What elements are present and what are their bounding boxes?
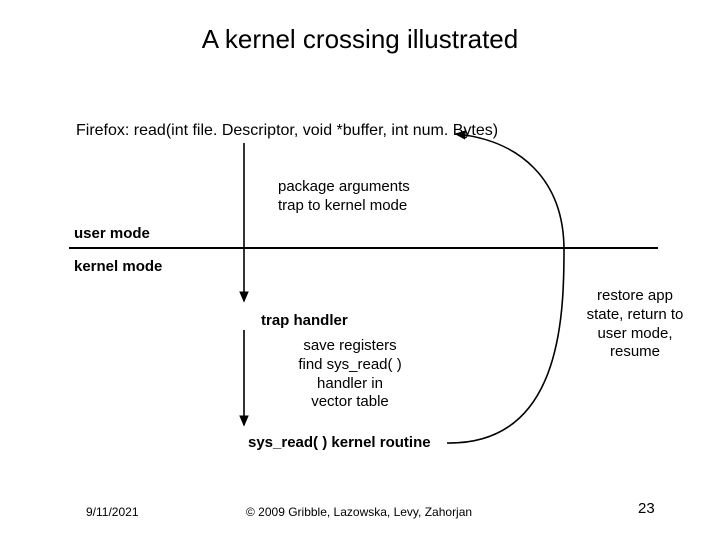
package-arguments-text: package arguments trap to kernel mode (278, 178, 410, 216)
user-mode-label: user mode (74, 225, 150, 242)
pkg-args-line1: package arguments (278, 178, 410, 195)
slide-title: A kernel crossing illustrated (0, 24, 720, 55)
restore-app-text: restore app state, return to user mode, … (570, 287, 700, 362)
restore-line3: user mode, (597, 325, 672, 342)
save-regs-line1: save registers (303, 337, 396, 354)
restore-line2: state, return to (587, 306, 684, 323)
save-regs-line4: vector table (311, 393, 389, 410)
save-registers-text: save registers find sys_read( ) handler … (270, 337, 430, 412)
restore-line1: restore app (597, 287, 673, 304)
save-regs-line2: find sys_read( ) (298, 356, 401, 373)
trap-handler-label: trap handler (261, 312, 348, 329)
mode-divider (69, 247, 658, 249)
kernel-mode-label: kernel mode (74, 258, 162, 275)
save-regs-line3: handler in (317, 375, 383, 392)
pkg-args-line2: trap to kernel mode (278, 197, 407, 214)
footer-copyright: © 2009 Gribble, Lazowska, Levy, Zahorjan (246, 505, 472, 519)
arrow-return-to-user (447, 134, 564, 443)
sys-read-routine-label: sys_read( ) kernel routine (248, 434, 431, 451)
firefox-call-text: Firefox: read(int file. Descriptor, void… (76, 122, 498, 140)
restore-line4: resume (610, 343, 660, 360)
footer-page-number: 23 (638, 500, 655, 517)
footer-date: 9/11/2021 (86, 505, 139, 519)
